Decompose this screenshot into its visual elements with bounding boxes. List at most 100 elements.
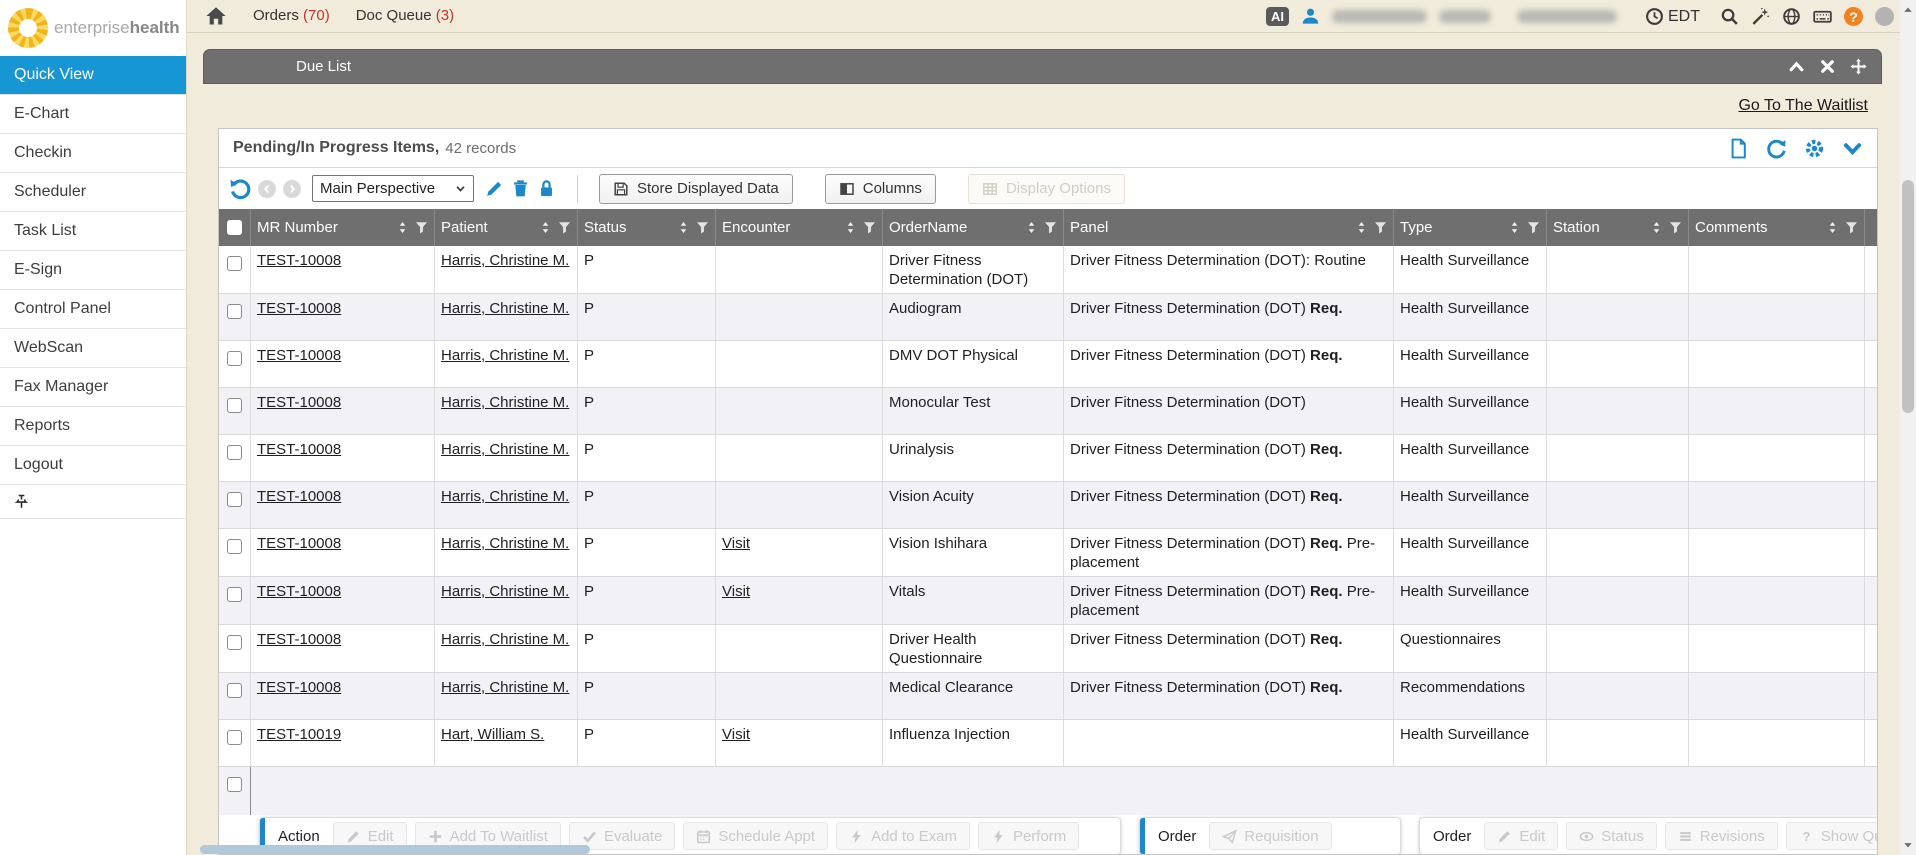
sidebar-item-e-sign[interactable]: E-Sign <box>0 251 186 290</box>
column-header-type[interactable]: Type <box>1394 209 1547 246</box>
table-row[interactable]: TEST-10008Harris, Christine M.PDriver He… <box>219 625 1877 673</box>
sort-icon[interactable] <box>540 221 551 234</box>
mr-number-link[interactable]: TEST-10008 <box>257 488 341 505</box>
row-checkbox[interactable] <box>227 777 242 792</box>
table-row[interactable]: TEST-10008Harris, Christine M.PAudiogram… <box>219 294 1877 341</box>
mr-number-link[interactable]: TEST-10008 <box>257 679 341 696</box>
revisions-button[interactable]: Revisions <box>1665 822 1778 850</box>
row-checkbox[interactable] <box>227 256 242 271</box>
sidebar-item-e-chart[interactable]: E-Chart <box>0 95 186 134</box>
table-row[interactable]: TEST-10008Harris, Christine M.PMonocular… <box>219 388 1877 435</box>
column-header-comments[interactable]: Comments <box>1689 209 1865 246</box>
row-checkbox[interactable] <box>227 398 242 413</box>
mr-number-link[interactable]: TEST-10008 <box>257 535 341 552</box>
ai-badge[interactable]: AI <box>1266 7 1289 26</box>
column-header-panel[interactable]: Panel <box>1064 209 1394 246</box>
row-checkbox[interactable] <box>227 683 242 698</box>
patient-link[interactable]: Harris, Christine M. <box>441 394 569 411</box>
filter-icon[interactable] <box>1669 221 1682 234</box>
perform-button[interactable]: Perform <box>978 822 1079 850</box>
patient-link[interactable]: Hart, William S. <box>441 726 544 743</box>
column-header-encounter[interactable]: Encounter <box>716 209 883 246</box>
mr-number-link[interactable]: TEST-10008 <box>257 300 341 317</box>
horizontal-scrollbar-thumb[interactable] <box>200 845 590 854</box>
encounter-link[interactable]: Visit <box>722 726 750 743</box>
table-row[interactable]: TEST-10008Harris, Christine M.PVisitVisi… <box>219 529 1877 577</box>
sidebar-item-control-panel[interactable]: Control Panel <box>0 290 186 329</box>
sidebar-item-checkin[interactable]: Checkin <box>0 134 186 173</box>
schedule-appt-button[interactable]: Schedule Appt <box>683 822 828 850</box>
wand-icon[interactable] <box>1751 7 1770 26</box>
filter-icon[interactable] <box>1044 221 1057 234</box>
vertical-scrollbar[interactable] <box>1900 0 1916 855</box>
move-icon[interactable] <box>1850 58 1867 75</box>
window-titlebar[interactable]: Due List <box>203 49 1882 84</box>
filter-icon[interactable] <box>1374 221 1387 234</box>
close-icon[interactable] <box>1819 58 1836 75</box>
pin-icon[interactable] <box>14 494 29 509</box>
avatar[interactable] <box>1875 7 1894 26</box>
lock-icon[interactable] <box>537 179 556 198</box>
table-row[interactable]: TEST-10008Harris, Christine M.PVision Ac… <box>219 482 1877 529</box>
sort-icon[interactable] <box>1651 221 1662 234</box>
scroll-down-icon[interactable] <box>1903 840 1913 850</box>
store-displayed-data-button[interactable]: Store Displayed Data <box>599 174 793 204</box>
chevron-down-icon[interactable] <box>1842 138 1863 159</box>
home-icon[interactable] <box>205 5 227 27</box>
add-to-exam-button[interactable]: Add to Exam <box>836 822 970 850</box>
chevron-right-icon[interactable] <box>283 180 301 198</box>
column-header-ordername[interactable]: OrderName <box>883 209 1064 246</box>
globe-icon[interactable] <box>1782 7 1801 26</box>
column-header-status[interactable]: Status <box>578 209 716 246</box>
sidebar-item-reports[interactable]: Reports <box>0 407 186 446</box>
table-row[interactable]: TEST-10019Hart, William S.PVisitInfluenz… <box>219 720 1877 767</box>
sidebar-item-fax-manager[interactable]: Fax Manager <box>0 368 186 407</box>
row-checkbox[interactable] <box>227 539 242 554</box>
table-row[interactable]: TEST-10008Harris, Christine M.PVisitVita… <box>219 577 1877 625</box>
search-icon[interactable] <box>1720 7 1739 26</box>
row-checkbox[interactable] <box>227 730 242 745</box>
nav-item-doc-queue[interactable]: Doc Queue (3) <box>356 7 454 24</box>
patient-link[interactable]: Harris, Christine M. <box>441 679 569 696</box>
encounter-link[interactable]: Visit <box>722 535 750 552</box>
pencil-icon[interactable] <box>485 179 504 198</box>
row-checkbox[interactable] <box>227 635 242 650</box>
filter-icon[interactable] <box>558 221 571 234</box>
scrollbar-thumb[interactable] <box>1902 180 1914 413</box>
table-row[interactable]: TEST-10008Harris, Christine M.PDriver Fi… <box>219 246 1877 294</box>
requisition-button[interactable]: Requisition <box>1209 822 1331 850</box>
patient-link[interactable]: Harris, Christine M. <box>441 488 569 505</box>
nav-item-orders[interactable]: Orders (70) <box>253 7 330 24</box>
filter-icon[interactable] <box>415 221 428 234</box>
help-icon[interactable]: ? <box>1844 7 1863 26</box>
status-button[interactable]: Status <box>1566 822 1657 850</box>
filter-icon[interactable] <box>1527 221 1540 234</box>
row-checkbox[interactable] <box>227 445 242 460</box>
encounter-link[interactable]: Visit <box>722 583 750 600</box>
chevron-left-icon[interactable] <box>258 180 276 198</box>
row-checkbox[interactable] <box>227 351 242 366</box>
table-row[interactable]: TEST-10008Harris, Christine M.PMedical C… <box>219 673 1877 720</box>
column-header-station[interactable]: Station <box>1547 209 1689 246</box>
select-all-checkbox[interactable] <box>227 220 242 235</box>
filter-icon[interactable] <box>696 221 709 234</box>
patient-link[interactable]: Harris, Christine M. <box>441 300 569 317</box>
patient-link[interactable]: Harris, Christine M. <box>441 631 569 648</box>
patient-link[interactable]: Harris, Christine M. <box>441 583 569 600</box>
mr-number-link[interactable]: TEST-10008 <box>257 441 341 458</box>
mr-number-link[interactable]: TEST-10008 <box>257 347 341 364</box>
sidebar-item-logout[interactable]: Logout <box>0 446 186 485</box>
collapse-icon[interactable] <box>1788 58 1805 75</box>
mr-number-link[interactable]: TEST-10019 <box>257 726 341 743</box>
perspective-select[interactable]: Main Perspective <box>312 175 474 202</box>
patient-link[interactable]: Harris, Christine M. <box>441 535 569 552</box>
edit-button[interactable]: Edit <box>1484 822 1558 850</box>
sort-icon[interactable] <box>397 221 408 234</box>
undo-icon[interactable] <box>229 178 251 200</box>
table-row[interactable]: TEST-10008Harris, Christine M.PDMV DOT P… <box>219 341 1877 388</box>
sidebar-item-scheduler[interactable]: Scheduler <box>0 173 186 212</box>
sort-icon[interactable] <box>1509 221 1520 234</box>
gear-icon[interactable] <box>1804 138 1825 159</box>
sidebar-item-webscan[interactable]: WebScan <box>0 329 186 368</box>
refresh-icon[interactable] <box>1766 138 1787 159</box>
